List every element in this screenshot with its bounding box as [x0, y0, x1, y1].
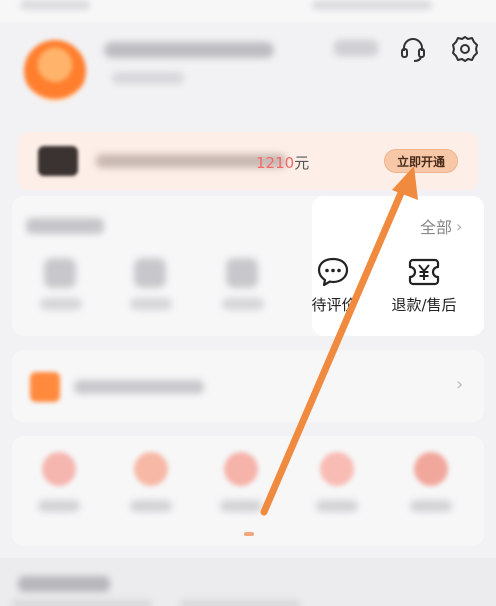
- order-item-1[interactable]: [22, 254, 102, 324]
- service-item-2-label-blurred: [130, 500, 172, 512]
- vip-banner[interactable]: 1210元 立即开通: [18, 132, 478, 190]
- service-item-5-icon: [414, 452, 448, 486]
- service-item-1-icon: [42, 452, 76, 486]
- order-item-2[interactable]: [112, 254, 192, 324]
- service-item-3-label-blurred: [220, 500, 262, 512]
- orders-all-link[interactable]: 全部 ›: [420, 214, 462, 238]
- feature-row-icon: [30, 372, 60, 402]
- feature-row[interactable]: ›: [12, 350, 484, 422]
- user-subtitle-blurred: [112, 72, 184, 84]
- vip-amount-unit: 元: [294, 154, 310, 172]
- orders-all-label: 全部: [420, 218, 453, 237]
- chevron-right-icon: ›: [456, 374, 464, 395]
- service-item-1[interactable]: [24, 452, 94, 532]
- service-item-4-icon: [320, 452, 354, 486]
- order-item-3-label-blurred: [222, 298, 264, 310]
- order-item-3-icon-blurred: [226, 258, 258, 288]
- order-item-1-icon-blurred: [44, 258, 76, 288]
- service-item-5-label-blurred: [410, 500, 452, 512]
- order-item-2-icon-blurred: [134, 258, 166, 288]
- bottom-card-2-blurred: [180, 600, 300, 606]
- page-indicator: [244, 532, 254, 536]
- gear-icon[interactable]: [450, 34, 480, 64]
- chat-bubble-icon: [317, 257, 349, 287]
- vip-amount-value: 1210: [256, 154, 295, 172]
- service-item-3[interactable]: [206, 452, 276, 532]
- vip-amount: 1210元: [256, 152, 309, 173]
- username-blurred[interactable]: [104, 42, 274, 58]
- service-item-5[interactable]: [396, 452, 466, 532]
- top-left-blur: [20, 0, 90, 10]
- bottom-card-1-blurred: [12, 600, 152, 606]
- service-item-4-label-blurred: [316, 500, 358, 512]
- headset-icon[interactable]: [398, 34, 428, 64]
- bottom-title-blurred: [18, 576, 110, 592]
- services-card: [12, 436, 484, 546]
- service-item-1-label-blurred: [38, 500, 80, 512]
- top-strip: [0, 0, 496, 22]
- order-item-to-review[interactable]: 待评价: [294, 254, 374, 324]
- order-item-refund-label: 退款/售后: [391, 296, 457, 314]
- service-item-3-icon: [224, 452, 258, 486]
- order-item-2-label-blurred: [130, 298, 172, 310]
- order-item-refund[interactable]: 退款/售后: [384, 254, 464, 324]
- feature-row-label-blurred: [74, 380, 204, 394]
- refund-yen-icon: [408, 258, 440, 286]
- service-item-2-icon: [134, 452, 168, 486]
- service-item-2[interactable]: [116, 452, 186, 532]
- header-link-blurred[interactable]: [334, 40, 378, 56]
- order-item-3[interactable]: [204, 254, 284, 324]
- service-item-4[interactable]: [302, 452, 372, 532]
- orders-card: 全部 › 待评价 退款/售后: [12, 196, 484, 336]
- order-item-to-review-label: 待评价: [311, 296, 357, 314]
- chevron-right-icon: ›: [456, 216, 463, 236]
- profile-header: [0, 22, 496, 122]
- orders-title-blurred: [26, 218, 104, 234]
- top-right-blur: [312, 0, 432, 10]
- bottom-section: [0, 558, 496, 606]
- vip-activate-button[interactable]: 立即开通: [384, 149, 458, 173]
- vip-logo: [38, 146, 78, 176]
- avatar[interactable]: [24, 40, 86, 102]
- order-item-1-label-blurred: [40, 298, 82, 310]
